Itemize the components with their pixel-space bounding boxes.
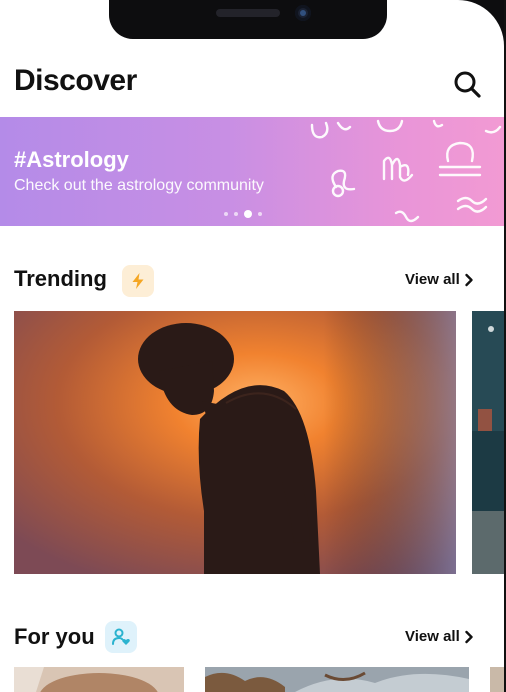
for-you-photo [490,667,504,692]
trending-photo-next [472,311,504,574]
trending-title: Trending [14,266,107,291]
for-you-card[interactable] [490,667,504,692]
pager-dot[interactable] [234,212,238,216]
person-heart-icon [112,628,130,645]
chevron-right-icon [465,273,473,286]
view-all-label: View all [405,271,460,288]
pager-dot[interactable] [258,212,262,216]
device-notch [109,0,387,39]
for-you-photo [14,667,184,692]
trending-photo [14,311,456,574]
for-you-card[interactable] [205,667,469,692]
for-you-view-all-link[interactable]: View all [405,628,474,645]
camera-icon [295,5,311,21]
trending-card-next[interactable] [472,311,504,574]
banner-subtitle: Check out the astrology community [14,177,264,194]
zodiac-symbols-icon [310,119,502,223]
phone-screen: Discover #Astrology Check out the astrol… [0,0,504,692]
banner-pager [224,208,262,220]
search-icon [454,71,481,98]
banner-tag: #Astrology [14,147,129,172]
trending-view-all-link[interactable]: View all [405,271,474,288]
for-you-card[interactable] [14,667,184,692]
trending-card-main[interactable] [14,311,456,574]
search-button[interactable] [452,69,482,99]
chevron-right-icon [465,630,473,643]
for-you-title: For you [14,624,95,649]
view-all-label: View all [405,628,460,645]
pager-dot[interactable] [224,212,228,216]
for-you-badge [105,621,137,653]
pager-dot-active[interactable] [244,210,252,218]
speaker-grille [216,9,280,17]
for-you-photo [205,667,469,692]
trending-badge [122,265,154,297]
page-title: Discover [14,64,137,97]
lightning-icon [132,273,144,289]
